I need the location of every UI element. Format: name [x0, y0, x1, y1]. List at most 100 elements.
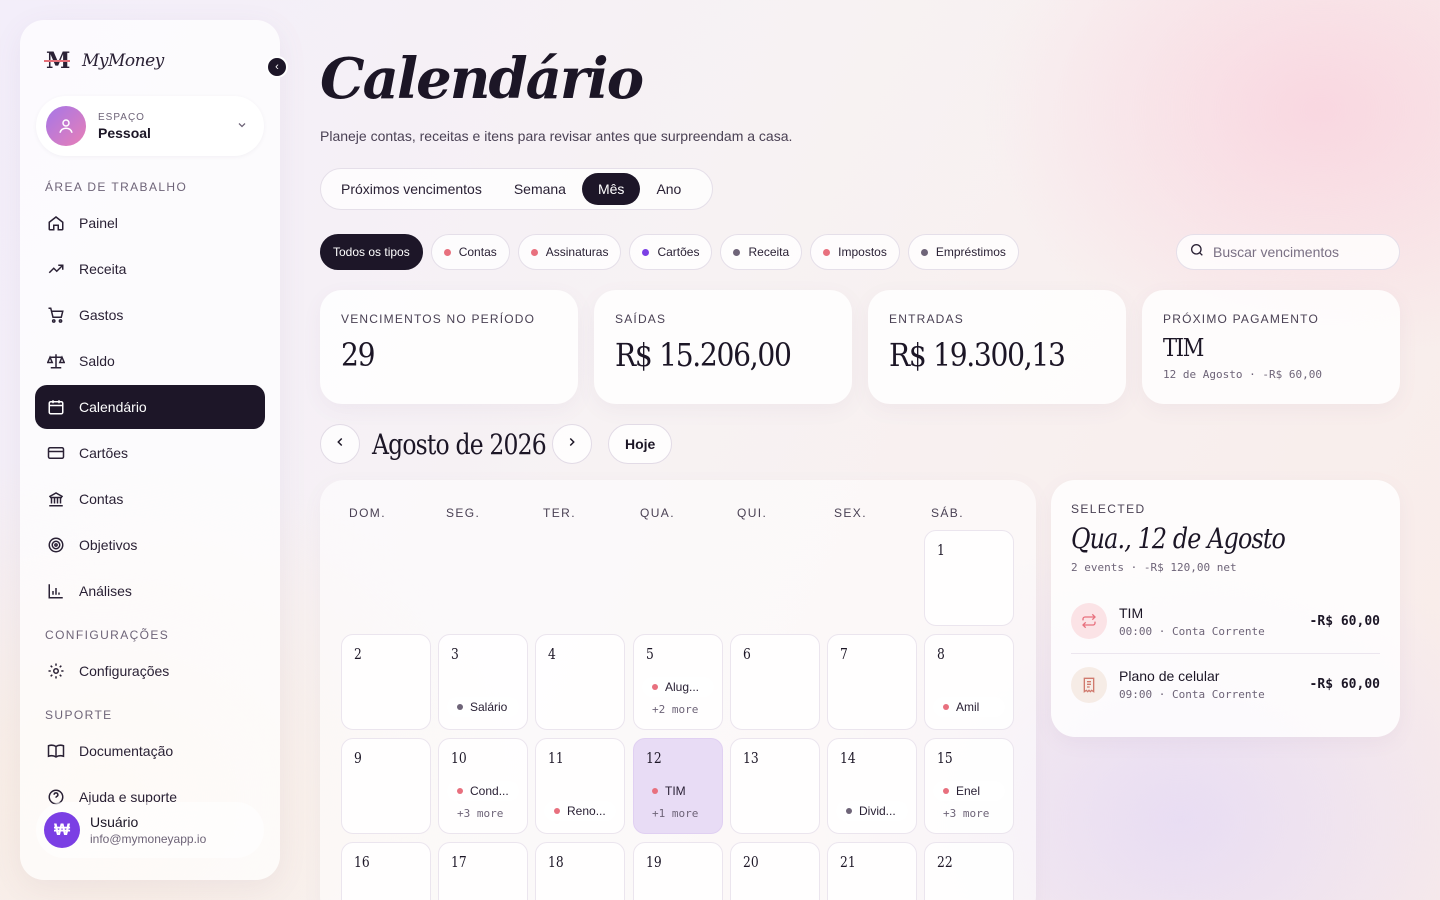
today-button[interactable]: Hoje	[608, 424, 673, 464]
transaction-amount: -R$ 60,00	[1309, 613, 1380, 629]
sidebar-item-receita[interactable]: Receita	[35, 247, 265, 291]
calendar-day[interactable]: 17	[438, 842, 528, 900]
event-pill[interactable]: Enel	[933, 781, 1005, 801]
calendar-day[interactable]: 9	[341, 738, 431, 834]
filter-contas[interactable]: Contas	[430, 234, 510, 270]
sidebar-item-documentacao[interactable]: Documentação	[35, 729, 265, 773]
tab-year[interactable]: Ano	[640, 173, 697, 205]
sidebar-item-gastos[interactable]: Gastos	[35, 293, 265, 337]
filter-cartoes[interactable]: Cartões	[629, 234, 713, 270]
sidebar-item-label: Gastos	[79, 307, 124, 323]
calendar-day[interactable]: 18	[535, 842, 625, 900]
workspace-switcher[interactable]: ESPAÇO Pessoal	[36, 96, 264, 156]
stat-value: R$ 19.300,13	[889, 336, 1066, 374]
filter-all-types[interactable]: Todos os tipos	[320, 234, 423, 270]
filter-dot	[642, 248, 650, 256]
user-profile[interactable]: ₩ Usuário info@mymoneyapp.io	[36, 802, 264, 858]
filter-label: Impostos	[838, 245, 887, 259]
tab-upcoming[interactable]: Próximos vencimentos	[325, 173, 498, 205]
calendar-icon	[47, 398, 65, 416]
more-events-link[interactable]: +2 more	[652, 703, 698, 716]
event-pill[interactable]: Divid...	[836, 801, 908, 821]
sidebar-item-calendario[interactable]: Calendário	[35, 385, 265, 429]
sidebar-item-contas[interactable]: Contas	[35, 477, 265, 521]
event-pill[interactable]: Alug...	[642, 677, 714, 697]
sidebar-item-configuracoes[interactable]: Configurações	[35, 649, 265, 693]
more-events-link[interactable]: +3 more	[457, 807, 503, 820]
event-label: Reno...	[567, 804, 606, 818]
sidebar-item-painel[interactable]: Painel	[35, 201, 265, 245]
calendar-day[interactable]: 2	[341, 634, 431, 730]
calendar-day[interactable]: 1	[924, 530, 1014, 626]
scale-icon	[47, 352, 65, 370]
calendar-day[interactable]: 14 Divid...	[827, 738, 917, 834]
month-calendar: DOM. SEG. TER. QUA. QUI. SEX. SÁB. 1 2 3 Sa…	[320, 480, 1036, 900]
workspace-value: Pessoal	[98, 124, 151, 141]
prev-month-button[interactable]	[320, 424, 360, 464]
calendar-day[interactable]: 11 Reno...	[535, 738, 625, 834]
day-number: 18	[548, 853, 564, 871]
day-number: 13	[743, 749, 759, 767]
chevron-left-icon	[333, 435, 347, 454]
type-filters: Todos os tipos Contas Assinaturas Cartõe…	[320, 234, 1019, 270]
event-dot	[457, 788, 463, 794]
calendar-day[interactable]: 7	[827, 634, 917, 730]
sidebar-item-objetivos[interactable]: Objetivos	[35, 523, 265, 567]
calendar-day[interactable]: 4	[535, 634, 625, 730]
calendar-day[interactable]: 22	[924, 842, 1014, 900]
page-title: Calendário	[320, 46, 644, 112]
calendar-day[interactable]: 16	[341, 842, 431, 900]
sidebar-item-cartoes[interactable]: Cartões	[35, 431, 265, 475]
calendar-day[interactable]: 5 Alug... +2 more	[633, 634, 723, 730]
search-input[interactable]	[1213, 244, 1383, 260]
filter-dot	[443, 248, 451, 256]
detail-summary: 2 events · -R$ 120,00 net	[1071, 561, 1237, 574]
event-label: Amil	[956, 700, 980, 714]
calendar-day[interactable]: 15 Enel +3 more	[924, 738, 1014, 834]
transaction-row[interactable]: TIM 00:00 · Conta Corrente -R$ 60,00	[1071, 590, 1380, 652]
trend-up-icon	[47, 260, 65, 278]
calendar-day[interactable]: 8 Amil	[924, 634, 1014, 730]
calendar-day[interactable]: 10 Cond... +3 more	[438, 738, 528, 834]
more-events-link[interactable]: +3 more	[943, 807, 989, 820]
calendar-day[interactable]: 6	[730, 634, 820, 730]
sidebar-item-label: Painel	[79, 215, 118, 231]
stat-card-next-payment[interactable]: PRÓXIMO PAGAMENTO TIM 12 de Agosto · -R$…	[1142, 290, 1400, 404]
day-number: 16	[354, 853, 370, 871]
stat-card-outflow: SAÍDAS R$ 15.206,00	[594, 290, 852, 404]
event-pill[interactable]: Cond...	[447, 781, 519, 801]
sidebar-item-saldo[interactable]: Saldo	[35, 339, 265, 383]
calendar-day[interactable]: 12 TIM +1 more	[633, 738, 723, 834]
calendar-day[interactable]: 21	[827, 842, 917, 900]
tab-week[interactable]: Semana	[498, 173, 582, 205]
filter-emprestimos[interactable]: Empréstimos	[907, 234, 1019, 270]
filter-impostos[interactable]: Impostos	[810, 234, 900, 270]
user-icon	[59, 119, 73, 133]
calendar-day[interactable]: 13	[730, 738, 820, 834]
event-pill[interactable]: TIM	[642, 781, 714, 801]
brand-logo-icon: M	[44, 48, 71, 74]
sidebar-item-analises[interactable]: Análises	[35, 569, 265, 613]
event-pill[interactable]: Amil	[933, 697, 1005, 717]
more-events-link[interactable]: +1 more	[652, 807, 698, 820]
transaction-row[interactable]: Plano de celular 09:00 · Conta Corrente …	[1071, 653, 1380, 715]
calendar-day[interactable]: 19Spoti...	[633, 842, 723, 900]
calendar-day[interactable]: 20Vivo ...	[730, 842, 820, 900]
brand[interactable]: M MyMoney	[44, 48, 164, 74]
workspace-avatar	[46, 106, 86, 146]
next-month-button[interactable]	[552, 424, 592, 464]
event-pill[interactable]: Reno...	[544, 801, 616, 821]
day-number: 15	[937, 749, 953, 767]
transaction-meta: 09:00 · Conta Corrente	[1119, 688, 1265, 701]
event-pill[interactable]: Salário	[447, 697, 519, 717]
calendar-day[interactable]: 3 Salário	[438, 634, 528, 730]
collapse-sidebar-button[interactable]: ‹	[266, 56, 288, 78]
card-icon	[47, 444, 65, 462]
day-number: 14	[840, 749, 856, 767]
filter-assinaturas[interactable]: Assinaturas	[517, 234, 622, 270]
sidebar-item-label: Receita	[79, 261, 127, 277]
filter-receita[interactable]: Receita	[720, 234, 803, 270]
chevron-right-icon	[565, 435, 579, 454]
tab-month[interactable]: Mês	[581, 173, 641, 205]
day-number: 4	[548, 645, 556, 663]
